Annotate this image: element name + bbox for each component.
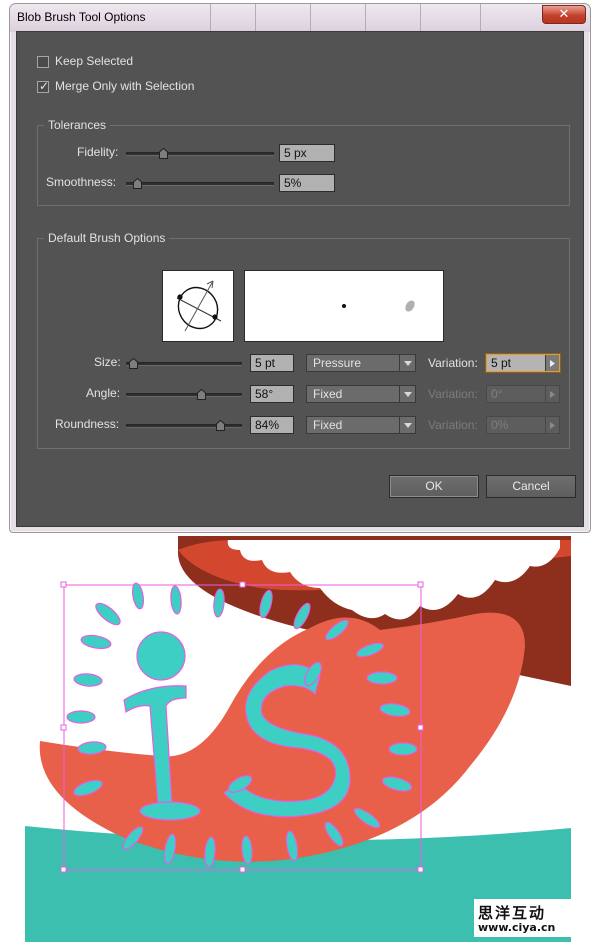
size-variation-value: 5 pt (491, 356, 512, 370)
triangle-right-icon (545, 386, 559, 402)
roundness-mode-value: Fixed (313, 418, 343, 432)
size-slider[interactable] (126, 358, 242, 369)
chevron-down-icon (399, 386, 415, 402)
checkmark-icon: ✓ (39, 79, 50, 93)
roundness-slider[interactable] (126, 420, 242, 431)
size-variation-label: Variation: (428, 356, 478, 370)
smoothness-label: Smoothness: (46, 175, 117, 189)
dialog-title: Blob Brush Tool Options (17, 10, 146, 24)
artwork-canvas[interactable] (0, 536, 600, 942)
angle-variation-field: 0° (486, 385, 560, 403)
size-variation-field[interactable]: 5 pt (486, 354, 560, 372)
tolerances-group: Tolerances Fidelity: 5 px Smoothness: 5% (37, 118, 570, 206)
brush-angle-preview[interactable] (162, 270, 234, 342)
options-panel: Keep Selected ✓ Merge Only with Selectio… (16, 31, 584, 527)
fidelity-slider-handle[interactable] (159, 148, 168, 159)
angle-slider[interactable] (126, 389, 242, 400)
chevron-down-icon (399, 417, 415, 433)
smoothness-slider[interactable] (126, 178, 274, 189)
roundness-label: Roundness: (55, 417, 120, 431)
triangle-right-icon (545, 417, 559, 433)
size-slider-handle[interactable] (129, 358, 138, 369)
roundness-variation-label: Variation: (428, 418, 478, 432)
size-label: Size: (94, 355, 121, 369)
ok-button[interactable]: OK (389, 475, 479, 498)
merge-only-checkbox[interactable]: ✓ (37, 79, 50, 93)
roundness-mode-dropdown[interactable]: Fixed (306, 416, 416, 434)
tolerances-title: Tolerances (44, 118, 111, 132)
keep-selected-checkbox[interactable] (37, 56, 49, 68)
watermark-url: www.ciya.cn (478, 921, 556, 934)
brush-options-group: Default Brush Options Size: 5 pt Pressur… (37, 231, 570, 449)
angle-variation-label: Variation: (428, 387, 478, 401)
fidelity-field[interactable]: 5 px (279, 144, 335, 162)
angle-roundness-icon (176, 280, 222, 332)
title-bar[interactable]: Blob Brush Tool Options ✕ (10, 4, 590, 32)
roundness-variation-value: 0% (491, 418, 509, 432)
cancel-button[interactable]: Cancel (486, 475, 576, 498)
size-mode-value: Pressure (313, 356, 362, 370)
angle-slider-handle[interactable] (197, 389, 206, 400)
watermark: 思洋互动 www.ciya.cn (474, 899, 574, 937)
angle-mode-value: Fixed (313, 387, 343, 401)
smoothness-field[interactable]: 5% (279, 174, 335, 192)
close-icon: ✕ (558, 7, 570, 22)
size-field[interactable]: 5 pt (250, 354, 294, 372)
brush-options-title: Default Brush Options (44, 231, 170, 245)
watermark-text: 思洋互动 (478, 904, 547, 922)
brush-tip-preview-icon (342, 300, 415, 312)
close-button[interactable]: ✕ (542, 5, 586, 24)
brush-shape-preview (244, 270, 444, 342)
triangle-right-icon[interactable] (545, 355, 559, 371)
roundness-slider-handle[interactable] (216, 420, 225, 431)
roundness-variation-field: 0% (486, 416, 560, 434)
angle-variation-value: 0° (491, 387, 503, 401)
size-mode-dropdown[interactable]: Pressure (306, 354, 416, 372)
chevron-down-icon (399, 355, 415, 371)
screenshot: Blob Brush Tool Options ✕ Keep Selected … (0, 0, 600, 942)
fidelity-label: Fidelity: (77, 145, 119, 159)
merge-only-label[interactable]: Merge Only with Selection (55, 79, 194, 93)
fidelity-slider[interactable] (126, 148, 274, 159)
roundness-field[interactable]: 84% (250, 416, 294, 434)
smoothness-slider-handle[interactable] (133, 178, 142, 189)
keep-selected-label[interactable]: Keep Selected (55, 54, 133, 68)
angle-label: Angle: (86, 386, 121, 400)
blob-brush-dialog: Blob Brush Tool Options ✕ Keep Selected … (9, 3, 591, 533)
angle-mode-dropdown[interactable]: Fixed (306, 385, 416, 403)
angle-field[interactable]: 58° (250, 385, 294, 403)
